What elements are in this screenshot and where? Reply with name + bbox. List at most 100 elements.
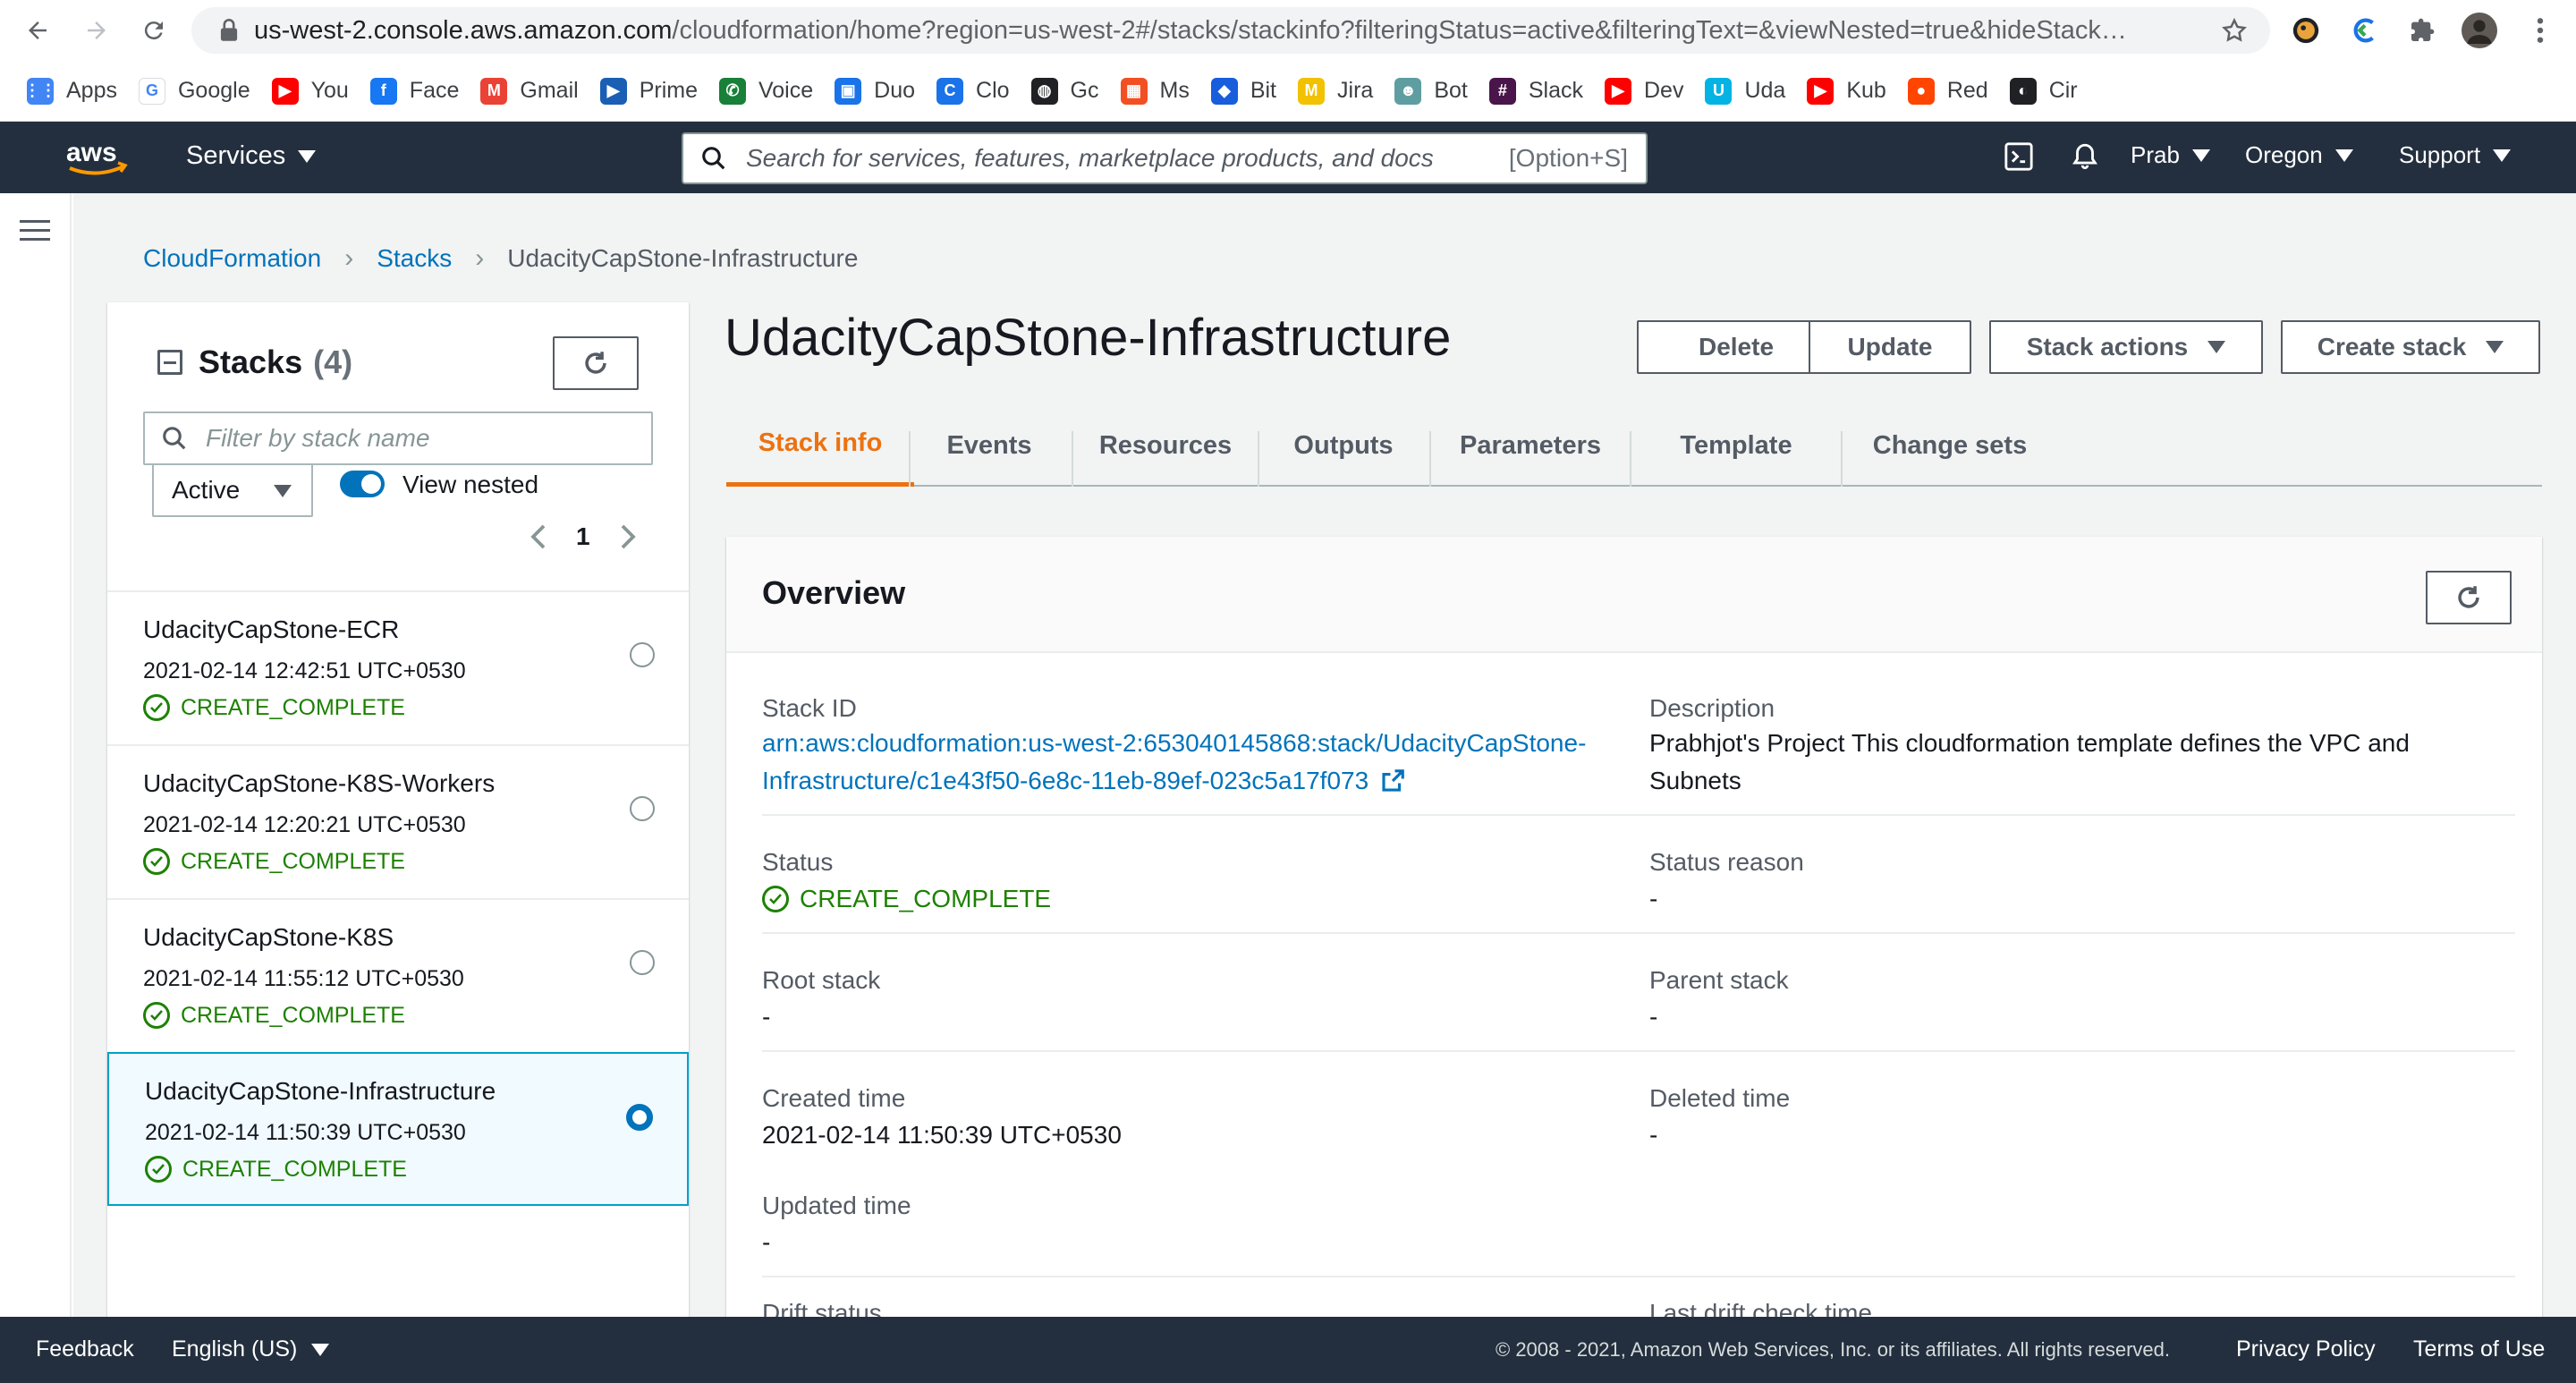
view-nested-toggle[interactable] — [340, 471, 385, 497]
update-button[interactable]: Update — [1809, 320, 1971, 374]
bookmark-ms[interactable]: ▦ Ms — [1120, 77, 1190, 105]
filter-placeholder: Filter by stack name — [206, 424, 430, 452]
language-select[interactable]: English (US) — [172, 1336, 330, 1362]
stack-select-radio[interactable] — [626, 1104, 653, 1131]
slack-icon: # — [1488, 77, 1516, 105]
user-menu[interactable]: Prab — [2131, 141, 2210, 169]
divider — [762, 932, 2515, 934]
bookmark-cir[interactable]: ◐ Cir — [2009, 77, 2078, 105]
bookmark-clo[interactable]: C Clo — [936, 77, 1010, 105]
status-reason-value: - — [1649, 885, 1658, 912]
tab-stack-info[interactable]: Stack info — [726, 404, 914, 487]
privacy-policy-link[interactable]: Privacy Policy — [2236, 1336, 2376, 1362]
stack-name[interactable]: UdacityCapStone-K8S — [143, 923, 394, 952]
caret-down-icon — [311, 1343, 330, 1356]
bookmark-duo[interactable]: ▣ Duo — [835, 77, 915, 105]
bookmark-bot[interactable]: ☻ Bot — [1394, 77, 1468, 105]
stack-list-item[interactable]: UdacityCapStone-ECR 2021-02-14 12:42:51 U… — [107, 590, 689, 744]
prev-page-button[interactable] — [521, 519, 556, 555]
tab-events[interactable]: Events — [911, 404, 1068, 487]
breadcrumb-cloudformation[interactable]: CloudFormation — [143, 244, 321, 273]
region-menu[interactable]: Oregon — [2245, 141, 2353, 169]
stack-name[interactable]: UdacityCapStone-K8S-Workers — [143, 769, 495, 798]
create-stack-button[interactable]: Create stack — [2281, 320, 2540, 374]
stack-select-radio[interactable] — [630, 950, 655, 975]
bookmark-star-icon[interactable] — [2216, 13, 2252, 48]
status-filter-select[interactable]: Active — [152, 463, 313, 517]
extension-cookie-icon[interactable] — [2286, 11, 2326, 50]
chrome-menu-icon[interactable] — [2521, 11, 2560, 50]
extensions-puzzle-icon[interactable] — [2402, 11, 2442, 50]
aws-logo[interactable]: aws — [64, 136, 131, 179]
parent-stack-label: Parent stack — [1649, 966, 1789, 994]
cloud-icon: C — [936, 77, 964, 105]
extension-c-icon[interactable] — [2345, 11, 2385, 50]
bookmark-face[interactable]: f Face — [369, 77, 459, 105]
feedback-link[interactable]: Feedback — [36, 1336, 134, 1362]
cloudshell-button[interactable] — [2004, 141, 2034, 172]
bookmark-bit[interactable]: ◆ Bit — [1210, 77, 1276, 105]
stack-name[interactable]: UdacityCapStone-Infrastructure — [145, 1077, 496, 1106]
stack-list-item[interactable]: UdacityCapStone-K8S-Workers 2021-02-14 12… — [107, 744, 689, 898]
bookmark-red[interactable]: ● Red — [1907, 77, 1988, 105]
services-menu[interactable]: Services — [186, 141, 317, 171]
page-number[interactable]: 1 — [576, 522, 590, 551]
stack-select-radio[interactable] — [630, 642, 655, 667]
tab-template[interactable]: Template — [1631, 404, 1841, 487]
divider — [762, 1276, 2515, 1277]
tab-change-sets[interactable]: Change sets — [1843, 404, 2057, 487]
prime-icon: ▶ — [599, 77, 627, 105]
lock-icon[interactable] — [211, 13, 247, 48]
bookmark-gmail[interactable]: M Gmail — [480, 77, 579, 105]
refresh-overview-button[interactable] — [2426, 571, 2512, 624]
stack-name[interactable]: UdacityCapStone-ECR — [143, 615, 399, 644]
stack-list-item[interactable]: UdacityCapStone-Infrastructure 2021-02-14… — [107, 1052, 689, 1206]
bookmark-you[interactable]: ▶ You — [271, 77, 349, 105]
bookmark-uda[interactable]: U Uda — [1705, 77, 1785, 105]
address-bar[interactable]: us-west-2.console.aws.amazon.com/cloudfo… — [191, 7, 2270, 54]
status-label: Status — [762, 848, 834, 876]
stack-status-text: CREATE_COMPLETE — [181, 848, 405, 874]
profile-avatar-icon[interactable] — [2460, 11, 2499, 50]
collapse-icon[interactable] — [157, 350, 182, 375]
duo-icon: ▣ — [835, 77, 862, 105]
tab-parameters[interactable]: Parameters — [1431, 404, 1630, 487]
bookmark-label: Cir — [2048, 78, 2078, 103]
stack-id-link[interactable]: arn:aws:cloudformation:us-west-2:6530401… — [762, 725, 1586, 800]
arrow-left-icon — [29, 21, 47, 39]
filter-stacks-input[interactable]: Filter by stack name — [143, 412, 653, 465]
notifications-button[interactable] — [2070, 141, 2100, 172]
stack-actions-button[interactable]: Stack actions — [1989, 320, 2263, 374]
back-button[interactable] — [20, 13, 55, 48]
bookmark-slack[interactable]: # Slack — [1488, 77, 1583, 105]
bookmark-voice[interactable]: ✆ Voice — [718, 77, 813, 105]
global-search[interactable]: Search for services, features, marketpla… — [682, 132, 1648, 184]
url-text: us-west-2.console.aws.amazon.com/cloudfo… — [254, 16, 2204, 46]
hamburger-menu-icon[interactable] — [20, 220, 50, 242]
stacks-panel-title: Stacks — [199, 344, 303, 380]
terms-of-use-link[interactable]: Terms of Use — [2413, 1336, 2545, 1362]
refresh-stacks-button[interactable] — [553, 336, 639, 390]
bookmark-google[interactable]: G Google — [138, 77, 250, 105]
reload-button[interactable] — [136, 13, 172, 48]
support-menu[interactable]: Support — [2399, 141, 2512, 169]
bookmark-prime[interactable]: ▶ Prime — [599, 77, 698, 105]
tab-resources[interactable]: Resources — [1073, 404, 1258, 487]
stack-list-item[interactable]: UdacityCapStone-K8S 2021-02-14 11:55:12 U… — [107, 898, 689, 1052]
delete-button[interactable]: Delete — [1637, 320, 1835, 374]
description-label: Description — [1649, 694, 1775, 722]
forward-button[interactable] — [79, 13, 114, 48]
tab-outputs[interactable]: Outputs — [1259, 404, 1428, 487]
bookmark-dev[interactable]: ▶ Dev — [1604, 77, 1683, 105]
stack-select-radio[interactable] — [630, 796, 655, 821]
bookmark-gc[interactable]: ◍ Gc — [1030, 77, 1099, 105]
status-value: CREATE_COMPLETE — [762, 880, 1051, 918]
bookmark-apps[interactable]: ⋮⋮ Apps — [24, 77, 117, 105]
bookmark-kub[interactable]: ▶ Kub — [1807, 77, 1886, 105]
bookmark-jira[interactable]: M Jira — [1298, 77, 1373, 105]
breadcrumb-stacks[interactable]: Stacks — [377, 244, 452, 273]
next-page-button[interactable] — [610, 519, 646, 555]
search-placeholder: Search for services, features, marketpla… — [746, 144, 1434, 172]
search-shortcut: [Option+S] — [1508, 144, 1628, 172]
bookmark-label: Kub — [1846, 78, 1886, 103]
